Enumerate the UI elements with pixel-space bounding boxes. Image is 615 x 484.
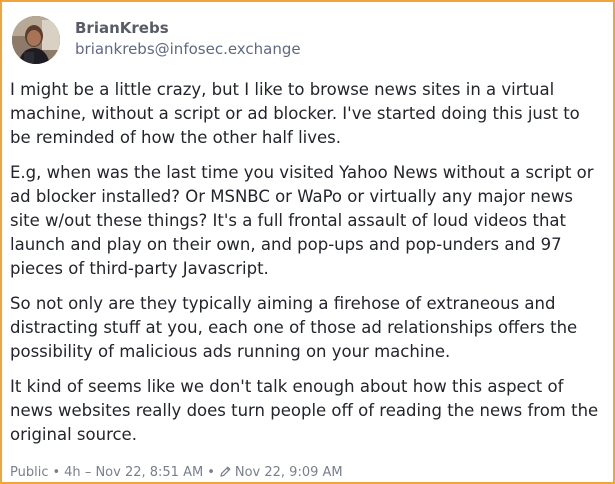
- author-info: BrianKrebs briankrebs@infosec.exchange: [75, 19, 301, 60]
- post-timestamp[interactable]: Nov 22, 8:51 AM: [95, 465, 203, 480]
- status-post: BrianKrebs briankrebs@infosec.exchange I…: [0, 0, 615, 484]
- post-meta: Public • 4h – Nov 22, 8:51 AM • Nov 22, 9:09…: [10, 464, 600, 484]
- relative-time[interactable]: 4h: [64, 465, 81, 480]
- edited-indicator[interactable]: Nov 22, 9:09 AM: [219, 465, 343, 480]
- post-paragraph: I might be a little crazy, but I like to…: [10, 80, 580, 147]
- post-content: I might be a little crazy, but I like to…: [10, 78, 600, 458]
- user-avatar-icon: [12, 16, 60, 64]
- dash-separator: –: [84, 465, 92, 480]
- post-header: BrianKrebs briankrebs@infosec.exchange: [12, 16, 602, 64]
- separator-dot: •: [52, 465, 61, 480]
- post-paragraph: So not only are they typically aiming a …: [10, 294, 578, 361]
- visibility-label: Public: [10, 465, 49, 480]
- avatar[interactable]: [12, 16, 60, 64]
- pencil-icon: [219, 465, 232, 484]
- post-paragraph: It kind of seems like we don't talk enou…: [10, 377, 599, 444]
- post-paragraph: E.g, when was the last time you visited …: [10, 163, 594, 278]
- account-handle[interactable]: briankrebs@infosec.exchange: [75, 38, 301, 60]
- separator-dot: •: [207, 465, 215, 480]
- display-name[interactable]: BrianKrebs: [75, 19, 301, 38]
- edited-timestamp: Nov 22, 9:09 AM: [234, 465, 343, 480]
